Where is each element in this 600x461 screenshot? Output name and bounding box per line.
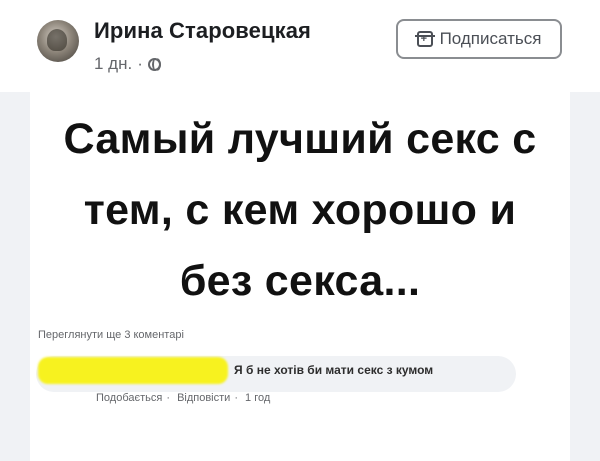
comment-reply-link: Відповісти: [177, 392, 231, 404]
subscribe-label: Подписаться: [439, 29, 542, 48]
meta-separator: ·: [137, 54, 143, 73]
comment-like-link: Подобається: [96, 392, 163, 404]
subscribe-button[interactable]: Подписаться: [396, 19, 562, 59]
post-header: Ирина Старовецкая 1 дн. · Подписаться: [0, 0, 600, 92]
post-time[interactable]: 1 дн.: [94, 54, 132, 74]
author-avatar[interactable]: [37, 20, 79, 62]
action-separator: ·: [166, 392, 170, 404]
comment-time: 1 год: [245, 392, 271, 404]
author-name[interactable]: Ирина Старовецкая: [94, 18, 311, 44]
comment-actions: Подобається · Відповісти · 1 год: [96, 392, 274, 404]
image-headline: Самый лучший секс с тем, с кем хорошо и …: [63, 115, 537, 305]
add-follow-icon: [414, 31, 435, 47]
globe-icon[interactable]: [147, 57, 161, 71]
more-comments-link: Переглянути ще 3 коментарі: [38, 329, 184, 341]
redaction-highlight: [38, 357, 228, 384]
post-meta: 1 дн. ·: [94, 54, 161, 74]
comment-text: Я б не хотів би мати секс з кумом: [234, 363, 434, 377]
action-separator: ·: [234, 392, 238, 404]
